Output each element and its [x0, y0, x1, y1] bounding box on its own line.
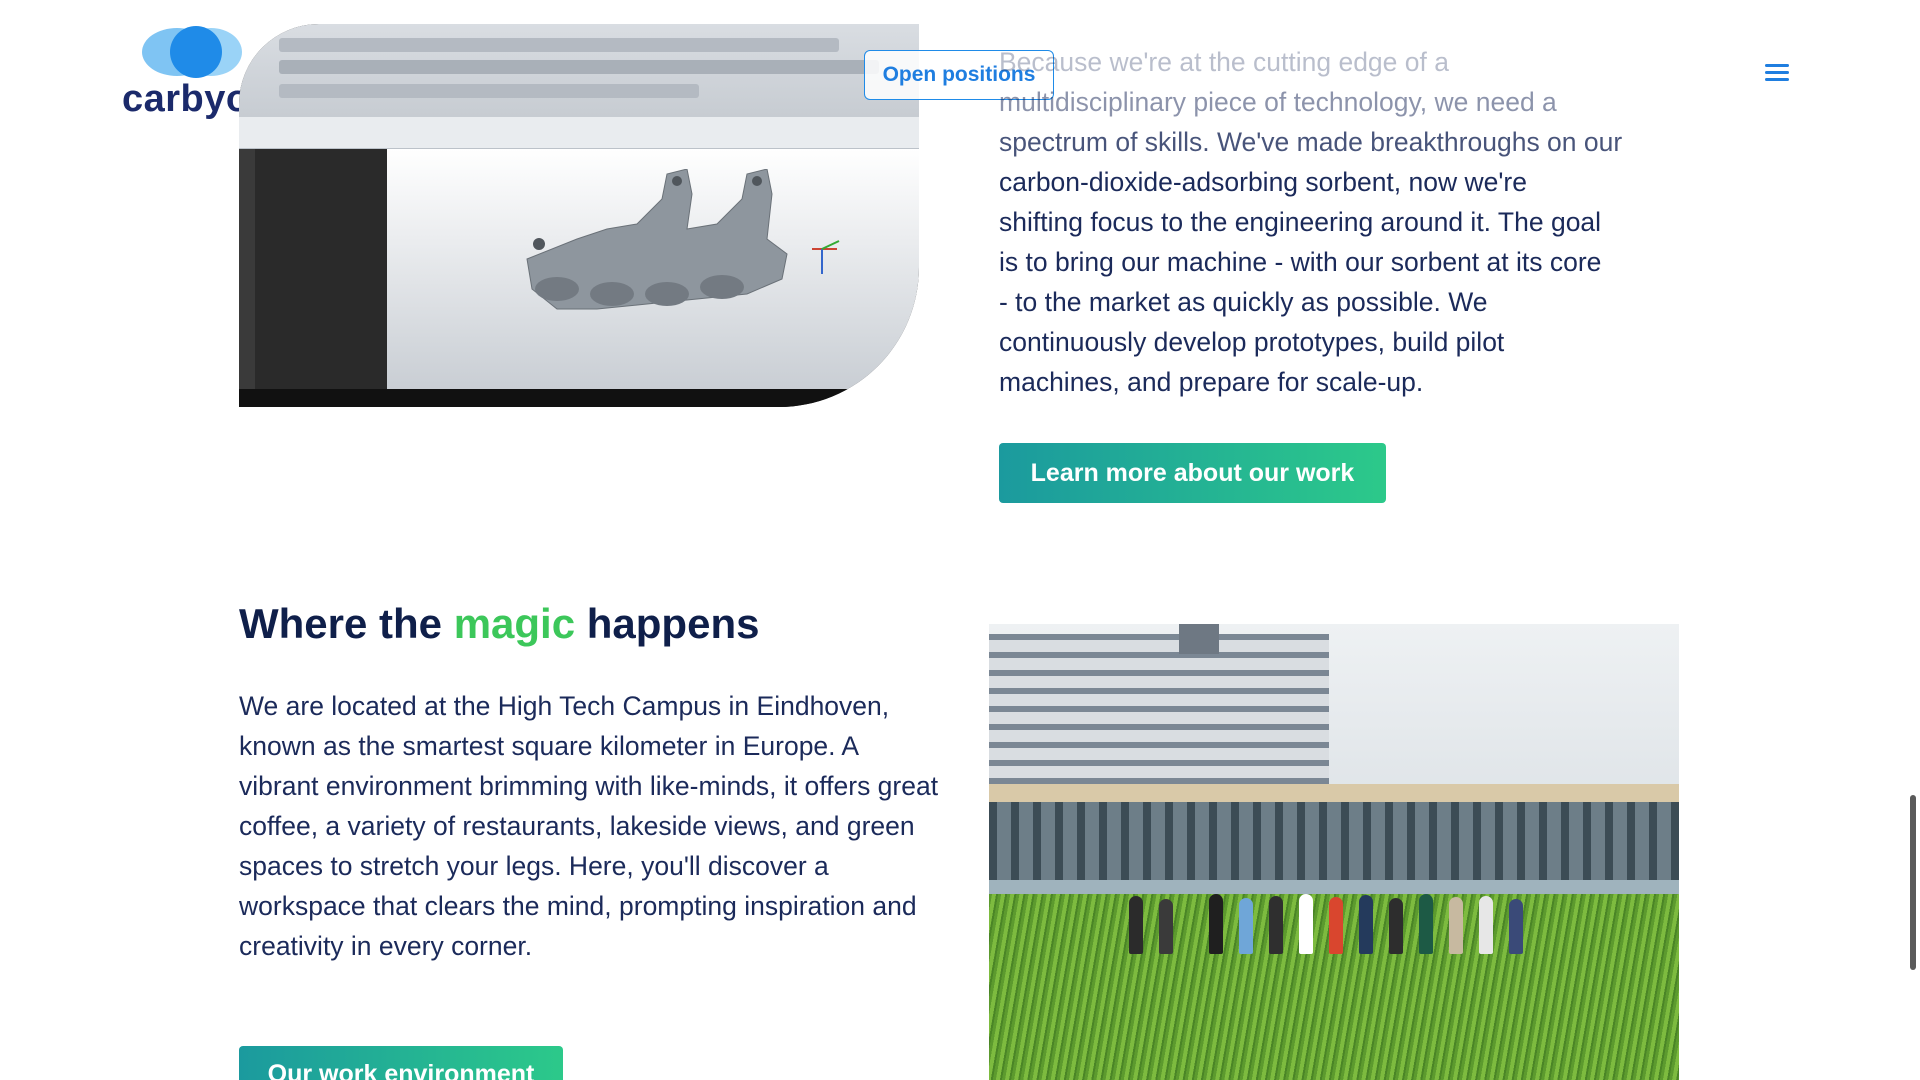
intro-line: - to the market as quickly as possible. … — [999, 287, 1488, 317]
heading-part: Where the — [239, 600, 454, 647]
intro-line: continuously develop prototypes, build p… — [999, 327, 1505, 357]
heading-part: happens — [575, 600, 760, 647]
intro-line: is to bring our machine - with our sorbe… — [999, 247, 1602, 277]
campus-photo — [989, 624, 1679, 1080]
section-heading: Where the magic happens — [239, 600, 759, 648]
intro-line: spectrum of skills. We've made breakthro… — [999, 127, 1623, 157]
intro-line: machines, and prepare for scale-up. — [999, 367, 1424, 397]
hamburger-menu-icon[interactable] — [1765, 64, 1789, 82]
learn-more-button[interactable]: Learn more about our work — [999, 443, 1386, 503]
cad-software-screenshot — [239, 24, 919, 407]
section-body-text: We are located at the High Tech Campus i… — [239, 691, 939, 961]
intro-line: Because we're at the cutting edge of a — [999, 47, 1449, 77]
heading-accent: magic — [453, 600, 576, 647]
intro-line: multidisciplinary piece of technology, w… — [999, 87, 1557, 117]
logo-mark-icon — [142, 26, 242, 78]
intro-line: shifting focus to the engineering around… — [999, 207, 1602, 237]
intro-line: carbon-dioxide-adsorbing sorbent, now we… — [999, 167, 1527, 197]
intro-paragraph: Because we're at the cutting edge of a m… — [999, 42, 1694, 402]
page-scrollbar[interactable] — [1910, 795, 1916, 970]
work-environment-button[interactable]: Our work environment — [239, 1046, 563, 1080]
